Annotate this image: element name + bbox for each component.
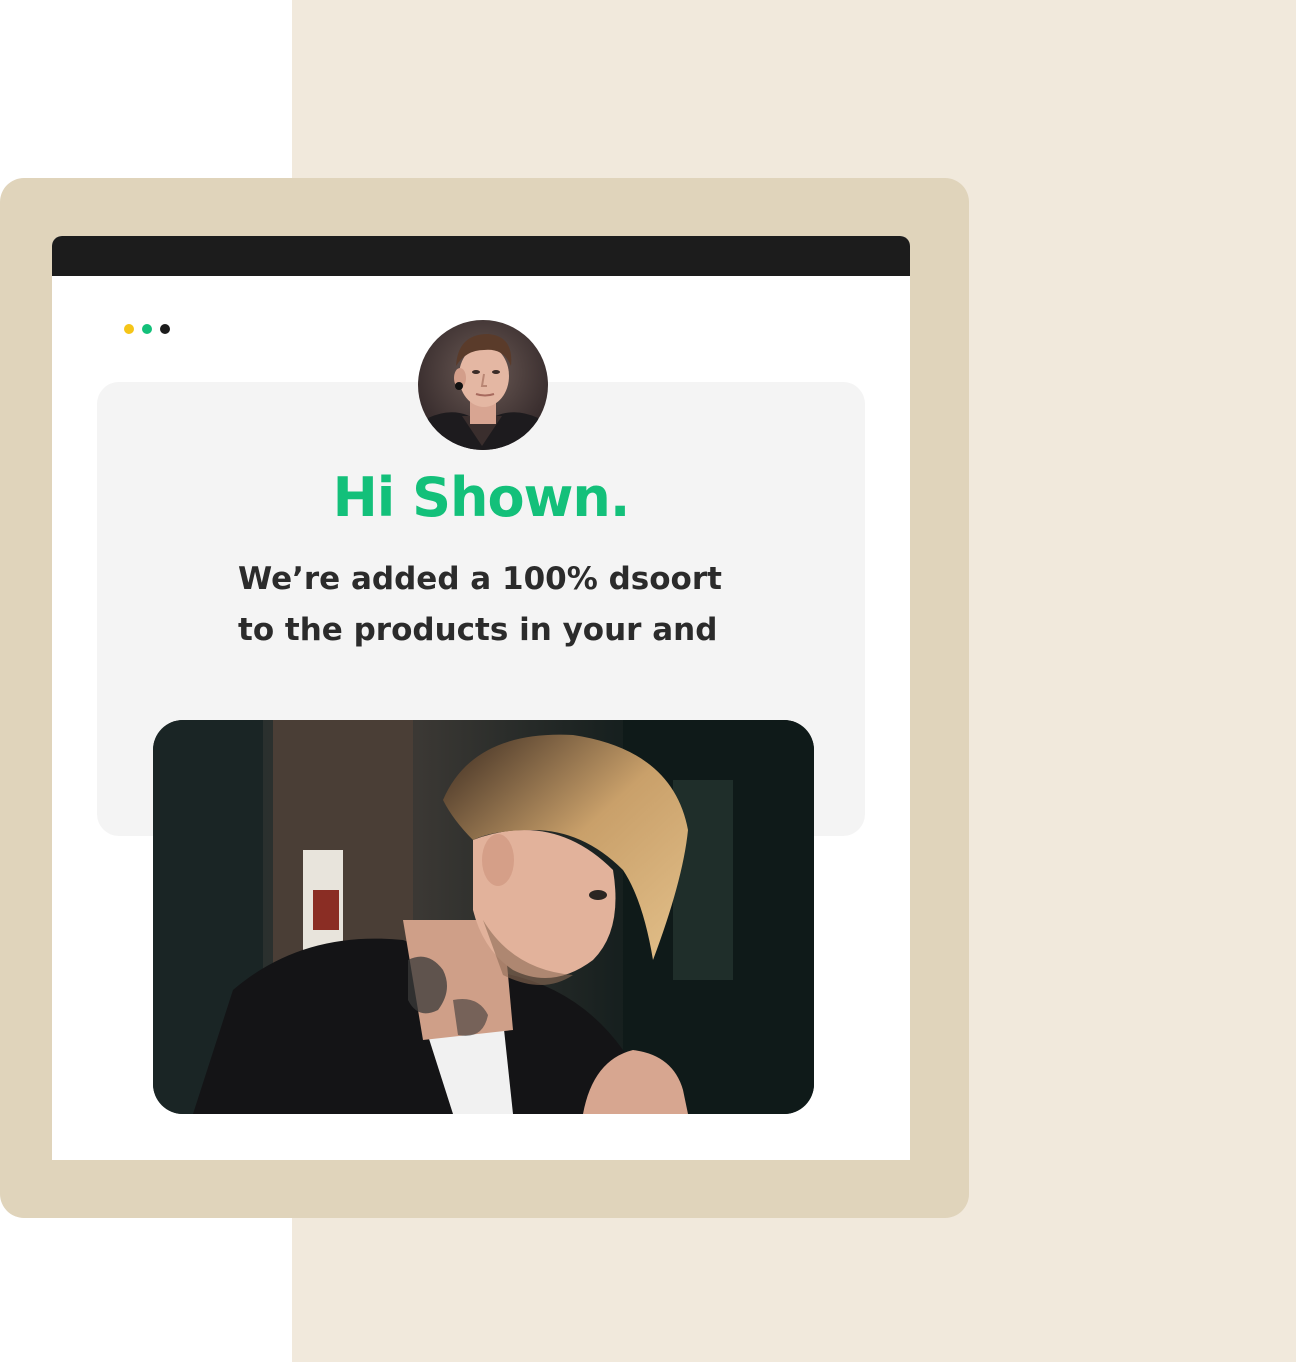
hero-photo (153, 720, 814, 1114)
message-text: We’re added a 100% dsoort to the product… (238, 554, 758, 656)
message-line-1: We’re added a 100% dsoort (238, 561, 722, 597)
dark-dot-icon (160, 324, 170, 334)
greeting-heading: Hi Shown. (332, 466, 631, 529)
yellow-dot-icon (124, 324, 134, 334)
window-title-bar (52, 236, 910, 276)
message-line-2: to the products in your and (238, 612, 718, 648)
browser-window: Hi Shown. We’re added a 100% dsoort to t… (52, 236, 910, 1160)
window-dots (124, 324, 170, 334)
green-dot-icon (142, 324, 152, 334)
avatar (418, 320, 548, 450)
